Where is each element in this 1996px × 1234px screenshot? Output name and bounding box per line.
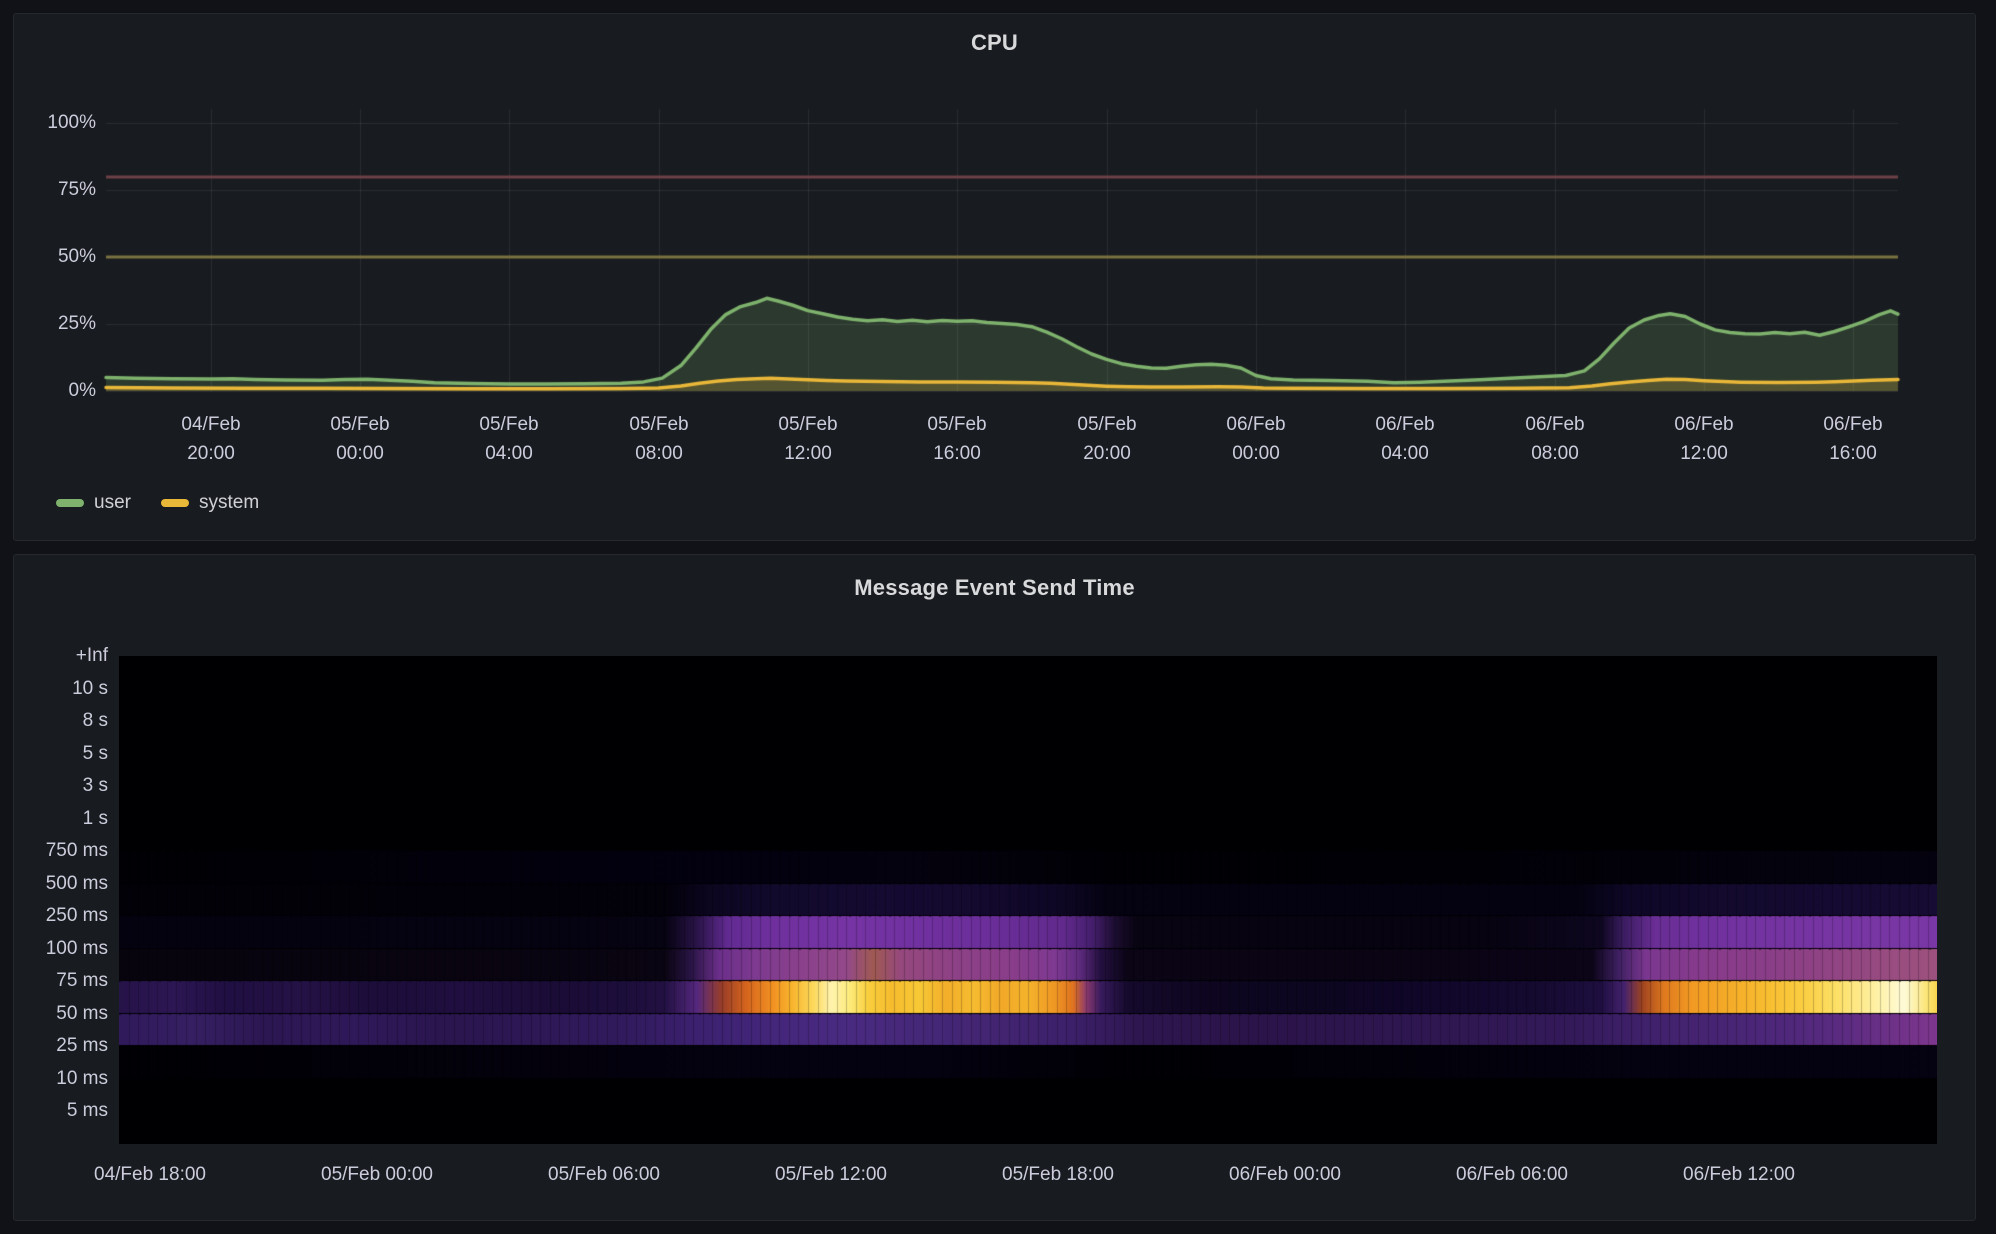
heatmap-y-tick-label: 250 ms	[14, 904, 108, 928]
cpu-x-tick-label: 04/Feb20:00	[146, 410, 276, 468]
heatmap-y-tick-label: 5 s	[14, 742, 108, 766]
legend-item-user[interactable]: user	[56, 492, 131, 514]
heatmap-y-tick-label: 25 ms	[14, 1034, 108, 1058]
cpu-y-tick-label: 75%	[14, 178, 96, 202]
cpu-y-tick-label: 100%	[14, 111, 96, 135]
heatmap-y-tick-label: 10 s	[14, 677, 108, 701]
legend-item-system[interactable]: system	[161, 492, 259, 514]
cpu-x-tick-label: 06/Feb12:00	[1639, 410, 1769, 468]
cpu-x-tick-label: 05/Feb16:00	[892, 410, 1022, 468]
heatmap-y-tick-label: 500 ms	[14, 872, 108, 896]
heatmap-x-tick-label: 06/Feb 12:00	[1649, 1163, 1829, 1187]
legend-label-user: user	[94, 492, 131, 514]
heatmap-x-tick-label: 04/Feb 18:00	[60, 1163, 240, 1187]
legend-label-system: system	[199, 492, 259, 514]
heatmap-y-tick-label: 750 ms	[14, 839, 108, 863]
cpu-x-tick-label: 06/Feb04:00	[1340, 410, 1470, 468]
heatmap-y-tick-label: 5 ms	[14, 1099, 108, 1123]
heatmap-panel-title[interactable]: Message Event Send Time	[14, 575, 1975, 601]
heatmap-canvas[interactable]	[119, 656, 1937, 1144]
cpu-y-tick-label: 25%	[14, 312, 96, 336]
system-series-swatch-icon	[161, 499, 189, 507]
cpu-x-tick-label: 06/Feb16:00	[1788, 410, 1918, 468]
cpu-y-tick-label: 0%	[14, 379, 96, 403]
cpu-x-tick-label: 06/Feb00:00	[1191, 410, 1321, 468]
cpu-x-tick-label: 06/Feb08:00	[1490, 410, 1620, 468]
cpu-x-tick-label: 05/Feb20:00	[1042, 410, 1172, 468]
heatmap-x-tick-label: 05/Feb 00:00	[287, 1163, 467, 1187]
heatmap-y-tick-label: 1 s	[14, 807, 108, 831]
heatmap-y-tick-label: 50 ms	[14, 1002, 108, 1026]
user-series-swatch-icon	[56, 499, 84, 507]
heatmap-x-tick-label: 06/Feb 06:00	[1422, 1163, 1602, 1187]
heatmap-x-tick-label: 05/Feb 18:00	[968, 1163, 1148, 1187]
cpu-x-tick-label: 05/Feb12:00	[743, 410, 873, 468]
heatmap-y-tick-label: 75 ms	[14, 969, 108, 993]
cpu-legend: user system	[56, 492, 259, 514]
heatmap-y-tick-label: 8 s	[14, 709, 108, 733]
heatmap-y-tick-label: 3 s	[14, 774, 108, 798]
heatmap-x-tick-label: 05/Feb 06:00	[514, 1163, 694, 1187]
heatmap-y-tick-label: +Inf	[14, 644, 108, 668]
cpu-x-tick-label: 05/Feb08:00	[594, 410, 724, 468]
cpu-y-tick-label: 50%	[14, 245, 96, 269]
heatmap-y-tick-label: 100 ms	[14, 937, 108, 961]
heatmap-panel: Message Event Send Time +Inf 10 s 8 s 5 s 3 …	[13, 554, 1976, 1221]
heatmap-x-tick-label: 06/Feb 00:00	[1195, 1163, 1375, 1187]
heatmap-y-tick-label: 10 ms	[14, 1067, 108, 1091]
cpu-x-tick-label: 05/Feb04:00	[444, 410, 574, 468]
cpu-panel: CPU 0%25%50%75%100%04/Feb20:0005/Feb00:0…	[13, 13, 1976, 541]
heatmap-x-tick-label: 05/Feb 12:00	[741, 1163, 921, 1187]
cpu-x-tick-label: 05/Feb00:00	[295, 410, 425, 468]
